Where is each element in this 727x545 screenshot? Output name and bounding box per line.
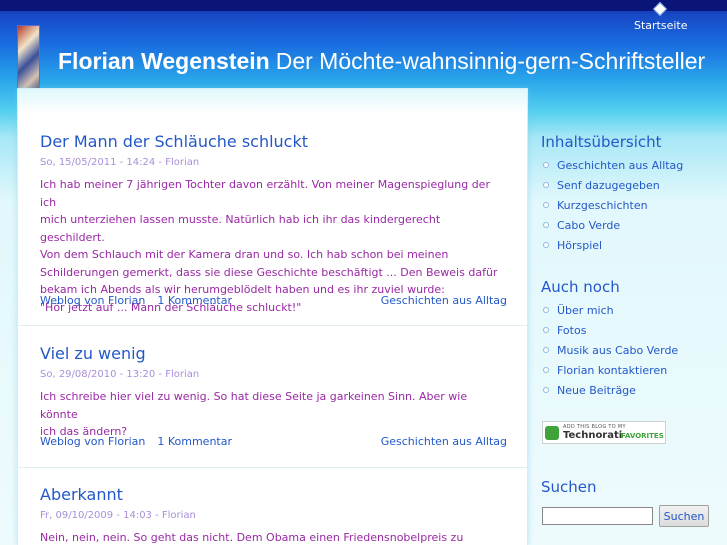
post-1: Der Mann der Schläuche schluckt So, 15/0… — [18, 132, 527, 316]
post-title[interactable]: Viel zu wenig — [40, 344, 507, 363]
more-item[interactable]: Florian kontaktieren — [541, 364, 721, 384]
more-item[interactable]: Neue Beiträge — [541, 384, 721, 404]
toc-item-link[interactable]: Hörspiel — [557, 239, 602, 252]
toc-item-link[interactable]: Kurzgeschichten — [557, 199, 648, 212]
top-navigation-bar — [0, 0, 727, 11]
post-body-line: mich unterziehen lassen musste. Natürlic… — [40, 213, 441, 244]
technorati-favorites-badge[interactable]: ADD THIS BLOG TO MY Technorati FAVORITES — [542, 421, 666, 444]
search-form: Suchen — [542, 503, 722, 529]
post-2: Viel zu wenig So, 29/08/2010 - 13:20 - F… — [18, 344, 527, 441]
more-block: Auch noch Über mich Fotos Musik aus Cabo… — [541, 278, 721, 404]
bullet-icon — [543, 222, 549, 228]
post-3: Aberkannt Fr, 09/10/2009 - 14:03 - Flori… — [18, 485, 527, 545]
blog-link[interactable]: Weblog von Florian — [40, 294, 145, 307]
post-meta: Fr, 09/10/2009 - 14:03 - Florian — [40, 510, 196, 521]
main-content: Der Mann der Schläuche schluckt So, 15/0… — [17, 88, 528, 545]
bullet-icon — [543, 347, 549, 353]
category-link[interactable]: Geschichten aus Alltag — [381, 294, 507, 307]
toc-menu: Geschichten aus Alltag Senf dazugegeben … — [541, 159, 721, 259]
post-body-line: Von dem Schlauch mit der Kamera dran und… — [40, 248, 449, 261]
post-2-links: Weblog von Florian 1 Kommentar Geschichte… — [40, 435, 507, 448]
bullet-icon — [543, 162, 549, 168]
bullet-icon — [543, 327, 549, 333]
toc-item[interactable]: Cabo Verde — [541, 219, 721, 239]
toc-title: Inhaltsübersicht — [541, 133, 662, 151]
more-item[interactable]: Musik aus Cabo Verde — [541, 344, 721, 364]
toc-item[interactable]: Kurzgeschichten — [541, 199, 721, 219]
bullet-icon — [543, 367, 549, 373]
post-body-line: Ich hab meiner 7 jährigen Tochter davon … — [40, 178, 490, 209]
search-input[interactable] — [542, 507, 653, 525]
category-link[interactable]: Geschichten aus Alltag — [381, 435, 507, 448]
search-button[interactable]: Suchen — [659, 505, 709, 527]
bullet-icon — [543, 202, 549, 208]
toc-item[interactable]: Geschichten aus Alltag — [541, 159, 721, 179]
more-item-link[interactable]: Fotos — [557, 324, 586, 337]
post-body-line: Ich schreibe hier viel zu wenig. So hat … — [40, 390, 468, 421]
more-item-link[interactable]: Neue Beiträge — [557, 384, 636, 397]
post-1-links: Weblog von Florian 1 Kommentar Geschichte… — [40, 294, 507, 307]
post-body-line: Schilderungen gemerkt, dass sie diese Ge… — [40, 265, 498, 279]
toc-item-link[interactable]: Senf dazugegeben — [557, 179, 660, 192]
more-title: Auch noch — [541, 278, 620, 296]
post-body: Nein, nein, nein. So geht das nicht. Dem… — [40, 529, 507, 545]
search-title: Suchen — [541, 478, 597, 496]
more-item-link[interactable]: Musik aus Cabo Verde — [557, 344, 678, 357]
site-name[interactable]: Florian Wegenstein — [58, 48, 270, 74]
toc-item-link[interactable]: Cabo Verde — [557, 219, 620, 232]
bullet-icon — [543, 242, 549, 248]
technorati-name: Technorati — [563, 430, 623, 441]
toc-item[interactable]: Senf dazugegeben — [541, 179, 721, 199]
more-item[interactable]: Fotos — [541, 324, 721, 344]
post-divider — [18, 467, 527, 468]
nav-home-link[interactable]: Startseite — [634, 19, 688, 32]
site-slogan: Der Möchte-wahnsinnig-gern-Schriftstelle… — [275, 48, 706, 74]
post-body-line: Nein, nein, nein. So geht das nicht. Dem… — [40, 531, 464, 544]
toc-item[interactable]: Hörspiel — [541, 239, 721, 259]
post-body: Ich schreibe hier viel zu wenig. So hat … — [40, 388, 507, 441]
site-title: Florian Wegenstein Der Möchte-wahnsinnig-… — [58, 48, 705, 75]
post-title[interactable]: Aberkannt — [40, 485, 507, 504]
post-title[interactable]: Der Mann der Schläuche schluckt — [40, 132, 507, 151]
technorati-logo-icon — [545, 426, 559, 440]
comments-link[interactable]: 1 Kommentar — [157, 435, 232, 448]
more-item-link[interactable]: Florian kontaktieren — [557, 364, 667, 377]
comments-link[interactable]: 1 Kommentar — [157, 294, 232, 307]
post-meta: So, 29/08/2010 - 13:20 - Florian — [40, 369, 200, 380]
bullet-icon — [543, 307, 549, 313]
bullet-icon — [543, 387, 549, 393]
more-item-link[interactable]: Über mich — [557, 304, 614, 317]
panel-top-gradient — [18, 89, 527, 114]
more-menu: Über mich Fotos Musik aus Cabo Verde Flo… — [541, 304, 721, 404]
post-divider — [18, 325, 527, 326]
more-item[interactable]: Über mich — [541, 304, 721, 324]
toc-block: Inhaltsübersicht Geschichten aus Alltag … — [541, 133, 721, 259]
post-meta: So, 15/05/2011 - 14:24 - Florian — [40, 157, 200, 168]
toc-item-link[interactable]: Geschichten aus Alltag — [557, 159, 683, 172]
blog-link[interactable]: Weblog von Florian — [40, 435, 145, 448]
bullet-icon — [543, 182, 549, 188]
technorati-favorites: FAVORITES — [621, 432, 664, 440]
